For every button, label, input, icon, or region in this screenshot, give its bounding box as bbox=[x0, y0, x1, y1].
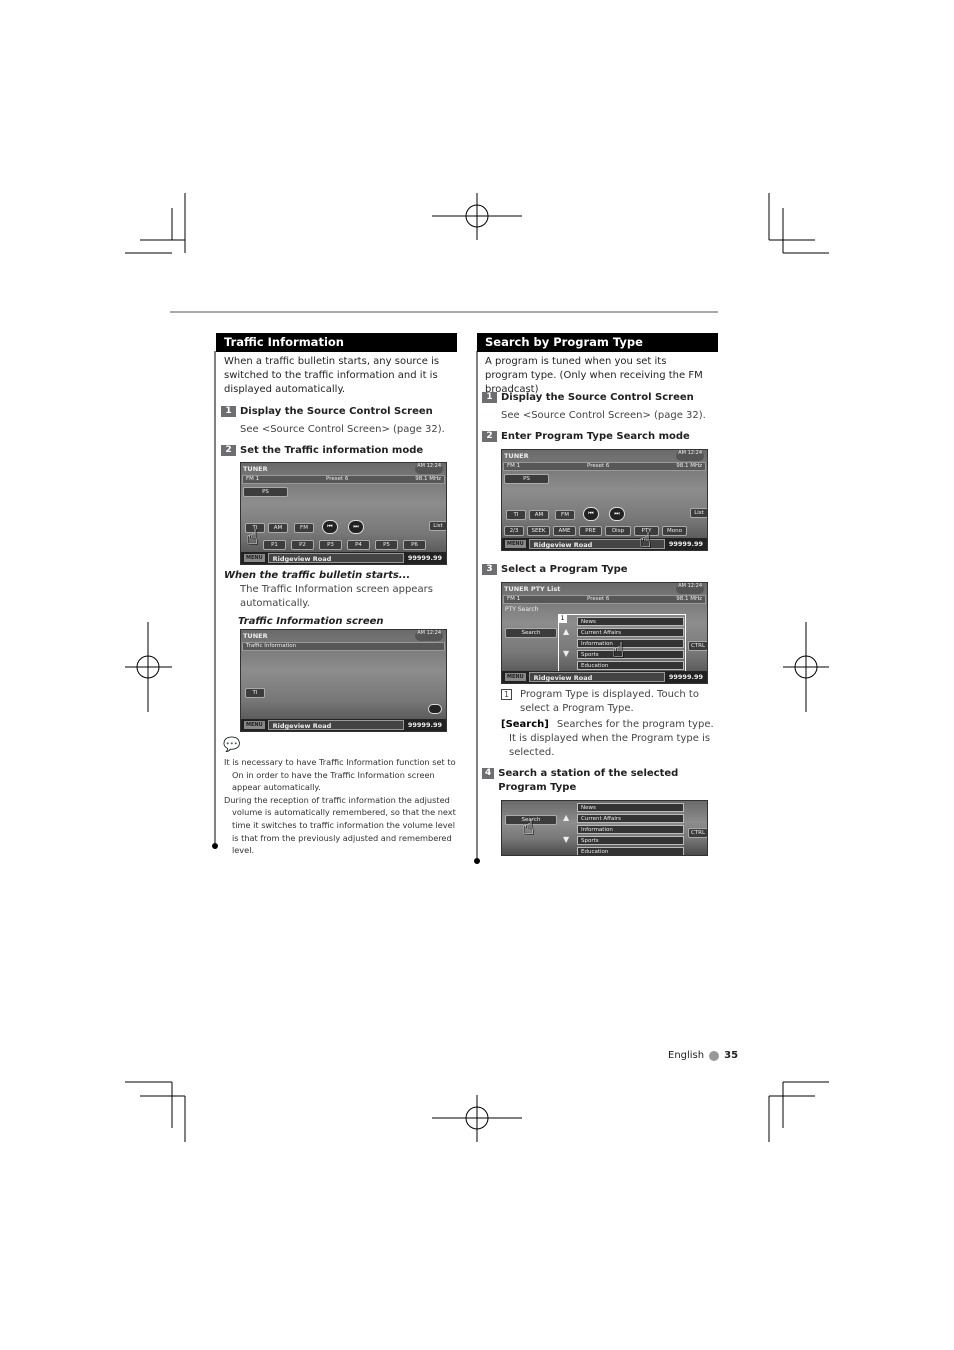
step-4: 4 Search a station of the selected Progra… bbox=[482, 767, 712, 795]
ctrl-button[interactable]: CTRL bbox=[688, 828, 707, 838]
pre-button[interactable]: PRE bbox=[579, 526, 602, 536]
pty-item[interactable]: Education bbox=[577, 847, 684, 855]
seek-prev-icon[interactable]: ⏮ bbox=[322, 520, 338, 534]
scroll-up-icon[interactable]: ▲ bbox=[563, 813, 569, 822]
step-2: 2 Enter Program Type Search mode bbox=[482, 430, 690, 444]
am-button[interactable]: AM bbox=[268, 523, 288, 533]
fm-button[interactable]: FM bbox=[555, 510, 575, 520]
tuner-screen: TUNER AM 12:24 FM 1 Preset 6 98.1 MHz PS TI… bbox=[240, 462, 447, 565]
traffic-info-screen: TUNER AM 12:24 Traffic Information TI MEN… bbox=[240, 629, 447, 732]
volume-icon[interactable] bbox=[428, 704, 442, 714]
pty-list-screen: TUNER PTY List AM 12:24 FM 1 Preset 6 98.1 … bbox=[501, 582, 708, 684]
pty-item[interactable]: News bbox=[577, 803, 684, 812]
pty-item[interactable]: Information bbox=[577, 825, 684, 834]
list-button[interactable]: List bbox=[690, 508, 707, 518]
pty-item[interactable]: Current Affairs bbox=[577, 628, 684, 637]
hand-pointer-icon: ☝ bbox=[639, 528, 652, 551]
seek-prev-icon[interactable]: ⏮ bbox=[583, 507, 599, 521]
step-1: 1 Display the Source Control Screen bbox=[221, 405, 433, 419]
step-2: 2 Set the Traffic information mode bbox=[221, 444, 423, 458]
func-button[interactable]: 2/3 bbox=[504, 526, 524, 536]
ame-button[interactable]: AME bbox=[553, 526, 576, 536]
hand-pointer-icon: ☝ bbox=[246, 525, 259, 549]
seek-button[interactable]: SEEK bbox=[527, 526, 550, 536]
intro-text: When a traffic bulletin starts, any sour… bbox=[224, 356, 440, 395]
hand-pointer-icon: ☝ bbox=[522, 815, 535, 839]
preset-button[interactable]: P5 bbox=[375, 540, 398, 550]
pty-item[interactable]: Current Affairs bbox=[577, 814, 684, 823]
pty-item[interactable]: Education bbox=[577, 661, 684, 670]
ctrl-button[interactable]: CTRL bbox=[688, 641, 707, 651]
preset-button[interactable]: P2 bbox=[291, 540, 314, 550]
when-text: The Traffic Information screen appears a… bbox=[240, 584, 433, 609]
disp-button[interactable]: Disp bbox=[605, 526, 631, 536]
tuner-screen: TUNER AM 12:24 FM 1 Preset 6 98.1 MHz PS TI… bbox=[501, 449, 708, 551]
list-button[interactable]: List bbox=[429, 521, 446, 531]
ti-button[interactable]: TI bbox=[245, 688, 265, 698]
pty-item[interactable]: Sports bbox=[577, 836, 684, 845]
seek-next-icon[interactable]: ⏭ bbox=[609, 507, 625, 521]
preset-button[interactable]: P3 bbox=[319, 540, 342, 550]
page-footer: English 35 bbox=[668, 1050, 739, 1061]
scroll-up-icon[interactable]: ▲ bbox=[563, 627, 569, 636]
seek-next-icon[interactable]: ⏭ bbox=[348, 520, 364, 534]
crop-marks bbox=[125, 193, 829, 1142]
preset-button[interactable]: P1 bbox=[263, 540, 286, 550]
search-button[interactable]: Search bbox=[505, 628, 557, 638]
scroll-down-icon[interactable]: ▼ bbox=[563, 649, 569, 658]
pty-item[interactable]: Sports bbox=[577, 650, 684, 659]
notes-list: It is necessary to have Traffic Informat… bbox=[224, 757, 456, 856]
ti-button[interactable]: TI bbox=[506, 510, 526, 520]
section-title-pty: Search by Program Type bbox=[477, 333, 718, 352]
preset-button[interactable]: P6 bbox=[403, 540, 426, 550]
screen-caption: Traffic Information screen bbox=[238, 616, 384, 627]
am-button[interactable]: AM bbox=[529, 510, 549, 520]
when-title: When the traffic bulletin starts... bbox=[224, 570, 411, 581]
step-1-sub: See <Source Control Screen> (page 32). bbox=[501, 410, 706, 421]
preset-button[interactable]: P4 bbox=[347, 540, 370, 550]
fm-button[interactable]: FM bbox=[294, 523, 314, 533]
mono-button[interactable]: Mono bbox=[662, 526, 687, 536]
scroll-down-icon[interactable]: ▼ bbox=[563, 835, 569, 844]
page-number: 35 bbox=[724, 1050, 739, 1061]
hand-pointer-icon: ☝ bbox=[612, 638, 625, 662]
step-1: 1 Display the Source Control Screen bbox=[482, 391, 694, 405]
note-icon: 💬 bbox=[223, 737, 241, 753]
pty-search-screen: Search ▲ ▼ News Current Affairs Informat… bbox=[501, 800, 708, 856]
pty-item[interactable]: News bbox=[577, 617, 684, 626]
step-1-sub: See <Source Control Screen> (page 32). bbox=[240, 424, 445, 435]
section-title-traffic: Traffic Information bbox=[216, 333, 457, 352]
step-3: 3 Select a Program Type bbox=[482, 563, 628, 577]
callout-1-desc: 1 Program Type is displayed. Touch to sel… bbox=[501, 688, 718, 716]
bullet-dot bbox=[709, 1050, 720, 1061]
pty-item[interactable]: Information bbox=[577, 639, 684, 648]
search-desc: [Search] Searches for the program type. I… bbox=[501, 719, 714, 758]
